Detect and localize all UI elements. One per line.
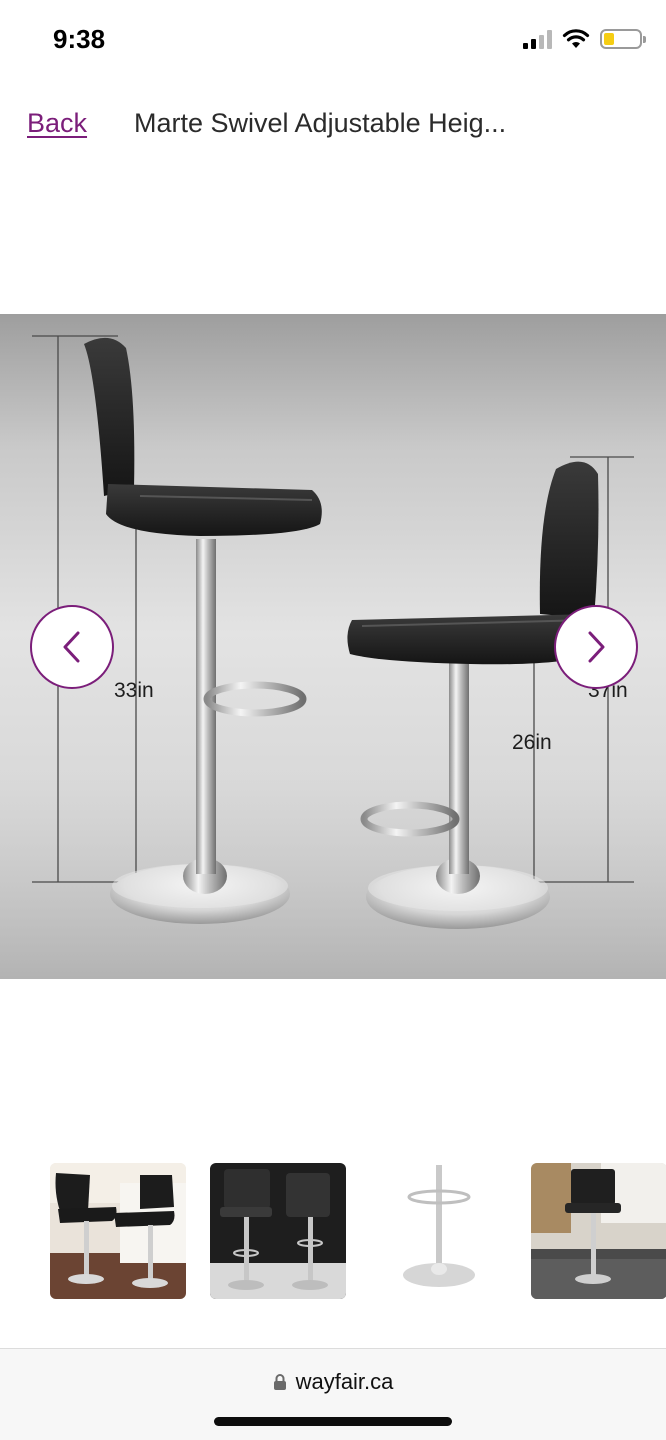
status-icons — [523, 28, 646, 50]
back-link[interactable]: Back — [27, 108, 87, 139]
dimension-label-left: 33in — [114, 679, 154, 702]
page-title: Marte Swivel Adjustable Heig... — [134, 108, 507, 138]
url-bar[interactable]: wayfair.ca — [0, 1369, 666, 1395]
status-time: 9:38 — [53, 24, 106, 54]
wifi-icon — [562, 29, 590, 48]
thumbnail-3[interactable] — [370, 1163, 506, 1299]
thumbnail-2[interactable] — [210, 1163, 346, 1299]
chevron-right-icon — [588, 631, 605, 663]
dimension-label-seat: 26in — [512, 731, 552, 754]
battery-icon — [600, 29, 646, 49]
thumbnail-strip — [0, 1163, 666, 1301]
carousel-prev-button[interactable] — [30, 605, 114, 689]
carousel-next-button[interactable] — [554, 605, 638, 689]
chevron-left-icon — [63, 631, 80, 663]
signal-icon — [523, 29, 552, 49]
thumbnail-1[interactable] — [50, 1163, 186, 1299]
status-bar: 9:38 — [0, 0, 666, 80]
lock-icon — [273, 1374, 286, 1390]
browser-bottom-bar: wayfair.ca — [0, 1348, 666, 1440]
url-text: wayfair.ca — [295, 1369, 394, 1394]
home-indicator[interactable] — [214, 1417, 452, 1426]
nav-header: Back Marte Swivel Adjustable Heig... — [0, 96, 666, 156]
thumbnail-4[interactable] — [531, 1163, 666, 1299]
